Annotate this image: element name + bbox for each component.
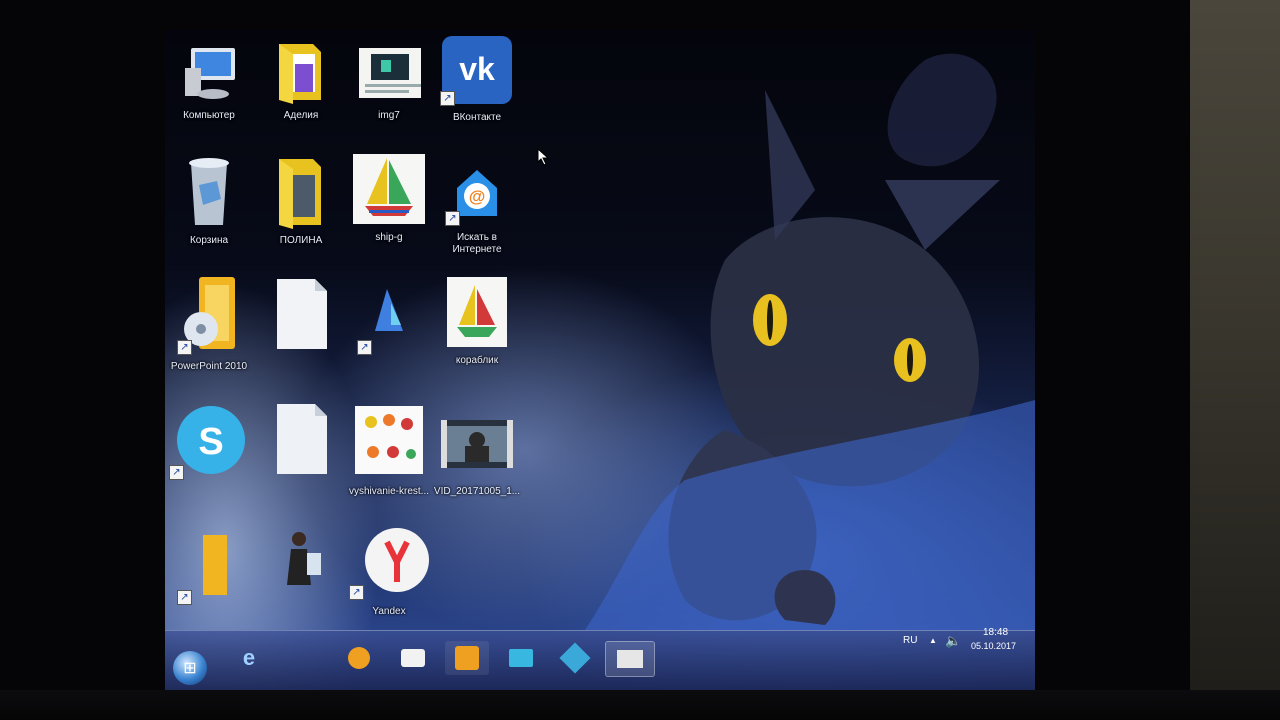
desktop-icon-file[interactable] [257,275,345,385]
store-bag-icon [455,646,479,670]
desktop-icon-recycle-bin[interactable]: Корзина [165,155,253,265]
shortcut-arrow-icon: ↗ [169,465,184,480]
desktop-icon-skype[interactable]: S ↗ [165,400,253,510]
taskbar-app-button[interactable] [553,641,597,675]
desktop-icon-label: VID_20171005_1... [433,486,521,497]
desktop-icon-adelia[interactable]: Аделия [257,40,345,150]
clock-date[interactable]: 05.10.2017 [971,641,1016,651]
clock-time[interactable]: 18:48 [983,627,1008,638]
desktop-icon-vyshivanie[interactable]: vyshivanie-krest... [345,400,433,510]
desktop-icon-label: Компьютер [183,110,235,121]
vk-icon: vk ↗ [440,34,514,106]
desktop-icon-label: PowerPoint 2010 [170,361,248,372]
media-player-icon [348,647,370,669]
document-icon [269,400,333,480]
desktop-icon-yandex[interactable]: ↗ Yandex [345,520,433,630]
folder-icon [269,40,333,104]
desktop-icon-label: Аделия [283,110,319,121]
embroidery-image-icon [349,400,429,480]
desktop-icon-word[interactable]: ↗ [165,525,253,635]
paint-image-icon: ↗ [357,275,421,355]
desktop-icon-label: кораблик [455,355,499,366]
desktop-icon-label: Искать в Интернете [452,232,502,255]
svg-text:vk: vk [459,51,495,87]
desktop-icon-label: Корзина [189,235,229,246]
taskbar: ⊞ e RU ▲ 🔈 18:48 05.10.2017 [165,627,1035,690]
desktop-icon-girl-picture[interactable] [257,525,345,635]
room-background [1190,0,1280,720]
desktop-icon-powerpoint[interactable]: ↗ PowerPoint 2010 [165,275,253,385]
shortcut-arrow-icon: ↗ [349,585,364,600]
desktop-icon-label: ship-g [375,232,403,243]
desktop-icon-label: ПОЛИНА [279,235,323,246]
desktop-icon-paint-file[interactable]: ↗ [345,275,433,385]
shortcut-arrow-icon: ↗ [177,340,192,355]
shortcut-arrow-icon: ↗ [177,590,192,605]
desktop-icon-ship-g[interactable]: ship-g [345,152,433,262]
image-file-icon [357,40,421,104]
app-icon [559,642,591,674]
desktop-icon-label: vyshivanie-krest... [348,486,430,497]
desktop-icon-label: Yandex [372,606,406,617]
mouse-pointer-icon [537,148,550,166]
powerpoint-icon: ↗ [177,275,241,355]
taskbar-ie-button[interactable]: e [227,641,271,675]
shortcut-arrow-icon: ↗ [440,91,455,106]
svg-text:S: S [198,421,223,463]
desktop-icon-video[interactable]: VID_20171005_1... [433,400,521,510]
mail-search-icon: @ ↗ [445,160,509,226]
desktop-icon-search-internet[interactable]: @ ↗ Искать в Интернете [433,160,521,270]
language-indicator[interactable]: RU [903,635,917,646]
taskbar-store-button[interactable] [445,641,489,675]
desktop-icon-label: ВКонтакте [452,112,502,123]
desktop-icon-polina[interactable]: ПОЛИНА [257,155,345,265]
folder-icon [269,155,333,229]
recycle-bin-icon [177,155,241,229]
desktop-screen: Компьютер Аделия img7 vk ↗ ВКонтакте Кор… [165,30,1035,690]
skype-icon: S ↗ [169,400,249,480]
desktop-icon-korablik[interactable]: кораблик [433,275,521,385]
document-icon [269,275,333,355]
video-file-icon [437,400,517,480]
desktop-icon-vkontakte[interactable]: vk ↗ ВКонтакте [433,34,521,144]
sailboat-image-icon [445,275,509,349]
taskbar-window-button[interactable] [605,641,655,677]
mail-client-icon [509,649,533,667]
desktop-icon-img7[interactable]: img7 [345,40,433,150]
desktop-icon-computer[interactable]: Компьютер [165,40,253,150]
window-icon [617,650,643,668]
girl-picture-icon [269,525,333,605]
taskbar-explorer-button[interactable] [391,641,435,675]
taskbar-mail-button[interactable] [499,641,543,675]
shortcut-arrow-icon: ↗ [445,211,460,226]
taskbar-media-button[interactable] [337,641,381,675]
computer-icon [177,40,241,104]
svg-text:@: @ [469,187,486,206]
yandex-browser-icon: ↗ [349,520,429,600]
office-icon: ↗ [177,525,241,605]
file-explorer-icon [401,649,425,667]
desktop-icon-file-copy[interactable] [257,400,345,510]
tray-expand-icon[interactable]: ▲ [929,636,937,645]
shortcut-arrow-icon: ↗ [357,340,372,355]
internet-explorer-icon: e [242,645,256,670]
desktop-icon-label: img7 [378,110,400,121]
volume-icon[interactable]: 🔈 [945,633,961,649]
sailboat-image-icon [351,152,427,226]
windows-start-icon[interactable]: ⊞ [173,651,207,685]
desk-edge [0,690,1280,720]
